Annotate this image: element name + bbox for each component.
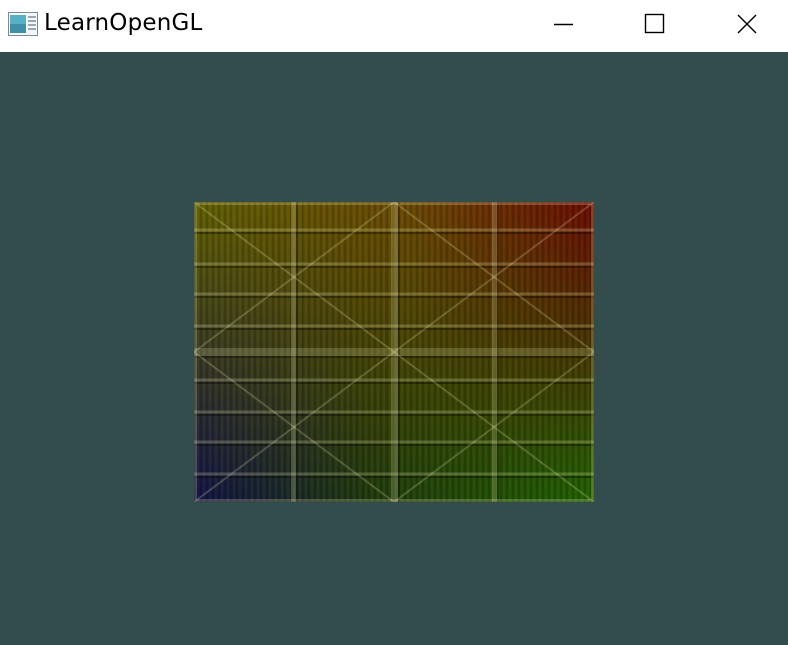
maximize-button[interactable] xyxy=(608,0,700,52)
maximize-icon xyxy=(644,13,665,34)
window-title: LearnOpenGL xyxy=(44,10,203,36)
render-viewport[interactable] xyxy=(0,52,788,645)
close-button[interactable] xyxy=(700,0,788,52)
title-bar[interactable]: LearnOpenGL xyxy=(0,0,788,52)
app-window-icon xyxy=(8,12,38,36)
minimize-icon xyxy=(554,23,573,26)
opengl-window: LearnOpenGL xyxy=(0,0,788,645)
textured-quad xyxy=(194,202,594,502)
close-icon xyxy=(737,14,757,34)
minimize-button[interactable] xyxy=(518,0,610,52)
